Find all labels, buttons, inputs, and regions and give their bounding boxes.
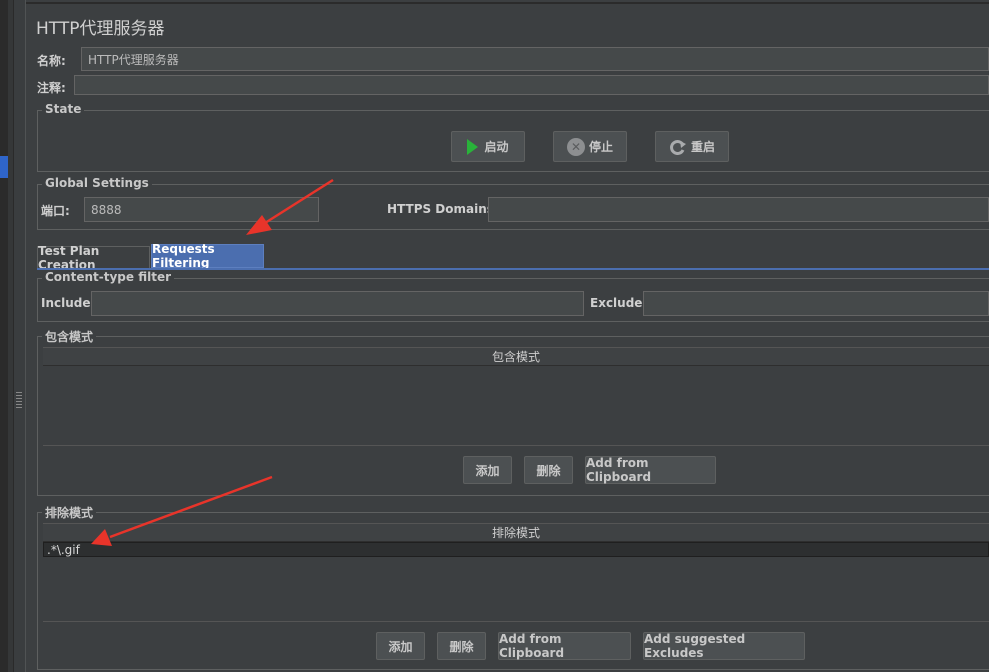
include-field[interactable] [91, 291, 584, 316]
start-label: 启动 [484, 140, 509, 154]
name-value: HTTP代理服务器 [88, 52, 179, 67]
https-domains-label: HTTPS Domains: [387, 202, 499, 216]
include-delete-button[interactable]: 删除 [524, 456, 573, 484]
splitter-grip-icon[interactable] [16, 392, 22, 408]
comment-label: 注释: [37, 81, 66, 95]
splitter[interactable] [14, 0, 26, 672]
stop-icon: ✕ [566, 137, 585, 156]
restart-button[interactable]: 重启 [655, 131, 729, 162]
exclude-add-button[interactable]: 添加 [376, 632, 425, 660]
exclude-patterns-title: 排除模式 [42, 504, 97, 521]
exclude-label: Exclude: [590, 296, 648, 310]
include-table[interactable] [43, 366, 989, 446]
play-icon [467, 138, 479, 155]
restart-icon [670, 139, 686, 155]
restart-label: 重启 [690, 140, 715, 154]
exclude-table-header[interactable]: 排除模式 [43, 523, 989, 542]
include-patterns-title: 包含模式 [42, 328, 97, 345]
include-table-header[interactable]: 包含模式 [43, 347, 989, 366]
exclude-field[interactable] [643, 291, 989, 316]
left-gutter [0, 0, 8, 672]
tab-requests-filtering[interactable]: Requests Filtering [151, 242, 264, 270]
include-add-from-clipboard-button[interactable]: Add from Clipboard [585, 456, 716, 484]
page-title: HTTP代理服务器 [36, 19, 165, 39]
stop-button[interactable]: ✕ 停止 [553, 131, 627, 162]
port-field[interactable]: 8888 [84, 197, 319, 222]
start-button[interactable]: 启动 [451, 131, 525, 162]
global-settings-title: Global Settings [42, 176, 152, 190]
stop-label: 停止 [588, 140, 613, 154]
port-label: 端口: [41, 204, 70, 218]
top-border [26, 2, 989, 4]
tab-test-plan-creation[interactable]: Test Plan Creation [37, 244, 150, 272]
name-field[interactable]: HTTP代理服务器 [81, 47, 989, 71]
content-type-filter-title: Content-type filter [42, 270, 174, 284]
name-label: 名称: [37, 54, 66, 68]
tab-underline [37, 268, 989, 270]
https-domains-field[interactable] [488, 197, 989, 222]
port-value: 8888 [91, 202, 122, 217]
state-group-title: State [42, 102, 85, 116]
comment-field[interactable] [74, 75, 989, 95]
exclude-add-from-clipboard-button[interactable]: Add from Clipboard [498, 632, 631, 660]
selection-marker [0, 156, 8, 178]
add-suggested-excludes-button[interactable]: Add suggested Excludes [643, 632, 805, 660]
table-row[interactable]: .*\.gif [43, 542, 989, 557]
include-add-button[interactable]: 添加 [463, 456, 512, 484]
exclude-delete-button[interactable]: 删除 [437, 632, 486, 660]
include-label: Include: [41, 296, 96, 310]
